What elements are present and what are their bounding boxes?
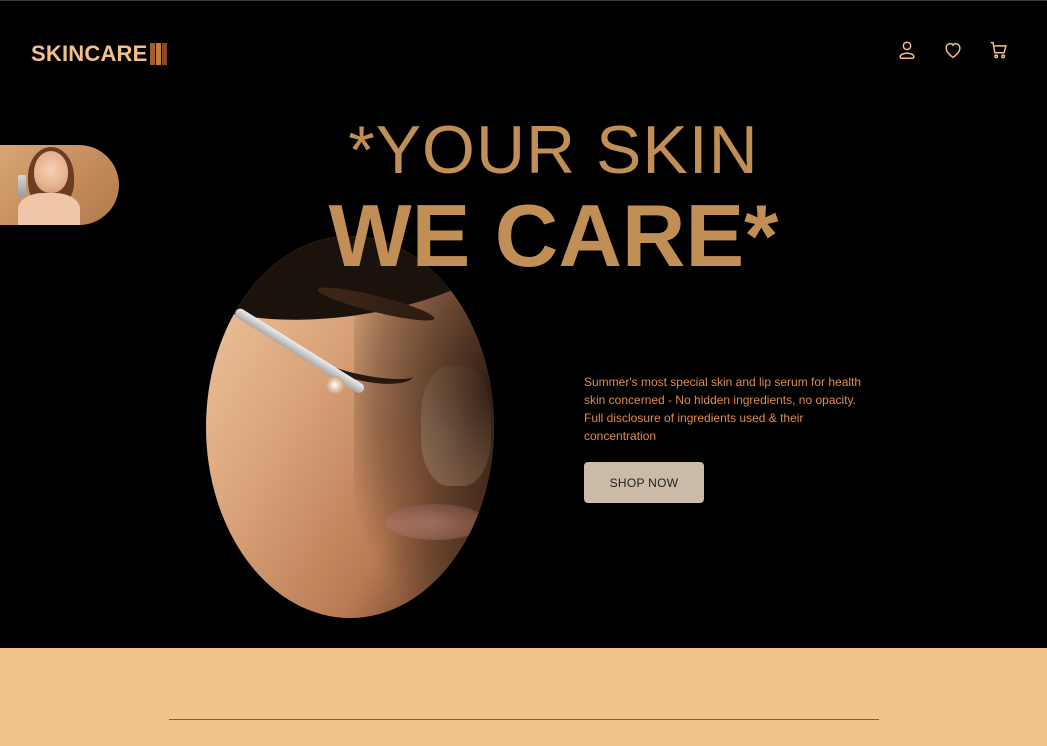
top-border — [0, 0, 1047, 1]
cart-icon[interactable] — [987, 38, 1011, 62]
logo-bars-icon — [149, 43, 168, 65]
hero-image — [206, 236, 494, 618]
brand-logo[interactable]: SKINCARE — [31, 41, 168, 67]
bottom-section — [0, 648, 1047, 746]
heart-icon[interactable] — [941, 38, 965, 62]
section-divider — [169, 719, 879, 720]
hero-description: Summer's most special skin and lip serum… — [584, 375, 862, 443]
landing-page: SKINCARE *YOUR SKIN WE CARE* Summer's mo… — [0, 0, 1047, 746]
user-icon[interactable] — [895, 38, 919, 62]
header-actions — [895, 38, 1011, 62]
headline-line-2: WE CARE* — [328, 186, 779, 285]
shop-now-button[interactable]: SHOP NOW — [584, 462, 704, 503]
brand-name: SKINCARE — [31, 41, 148, 66]
headline-line-1: *YOUR SKIN — [348, 112, 759, 188]
